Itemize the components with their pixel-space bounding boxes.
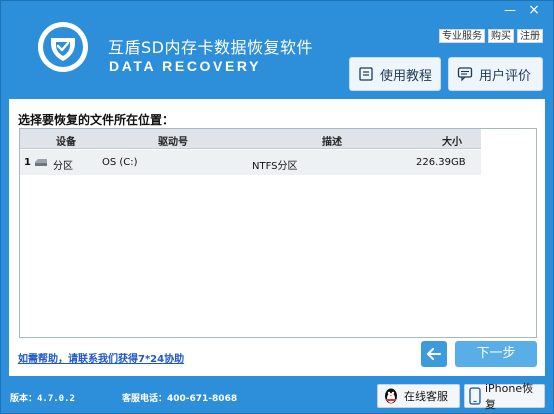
tutorial-label: 使用教程 <box>380 68 433 84</box>
back-button[interactable] <box>421 341 447 367</box>
user-review-label: 用户评价 <box>479 68 532 84</box>
online-service-label: 在线客服 <box>404 390 448 403</box>
support-phone: 客服电话：400-671-8068 <box>122 394 238 404</box>
iphone-recovery-label: iPhone恢复 <box>484 382 534 411</box>
footer: 版本：4.7.0.2 客服电话：400-671-8068 在线客服 iPhone… <box>1 377 553 413</box>
column-header-size: 大小 <box>442 137 462 148</box>
phone-icon <box>469 387 481 405</box>
help-link[interactable]: 如需帮助，请联系我们获得7*24协助 <box>18 350 184 365</box>
buy-button[interactable]: 购买 <box>488 29 514 43</box>
top-links: 专业服务 购买 注册 <box>439 29 543 43</box>
row-drive: OS (C:) <box>102 157 138 168</box>
version-text: 版本：4.7.0.2 <box>10 394 75 404</box>
app-title: 互盾SD内存卡数据恢复软件 <box>108 38 313 57</box>
book-icon <box>359 67 373 81</box>
column-header-description: 描述 <box>322 137 342 148</box>
location-prompt: 选择要恢复的文件所在位置： <box>18 113 175 127</box>
chat-icon <box>457 67 473 82</box>
penguin-icon <box>385 388 397 404</box>
app-subtitle: DATA RECOVERY <box>109 58 262 74</box>
row-index: 1 <box>24 157 31 168</box>
column-header-drive: 驱动号 <box>158 137 188 148</box>
device-table: 设备 驱动号 描述 大小 1 分区 OS (C:) NTFS分区 226.39G… <box>19 128 537 338</box>
minimize-button[interactable]: — <box>499 2 521 18</box>
table-header: 设备 驱动号 描述 大小 <box>20 129 481 149</box>
table-row[interactable]: 1 分区 OS (C:) NTFS分区 226.39GB <box>20 150 481 175</box>
column-header-device: 设备 <box>56 137 76 148</box>
shield-logo-icon <box>38 22 88 72</box>
register-button[interactable]: 注册 <box>517 29 543 43</box>
user-review-button[interactable]: 用户评价 <box>448 57 543 91</box>
row-device: 分区 <box>53 161 73 172</box>
content-panel: 选择要恢复的文件所在位置： 设备 驱动号 描述 大小 1 分区 OS (C:) … <box>9 99 545 376</box>
disk-icon <box>35 159 47 166</box>
back-arrow-icon <box>427 348 441 360</box>
tutorial-button[interactable]: 使用教程 <box>349 57 441 91</box>
app-window: 互盾SD内存卡数据恢复软件 DATA RECOVERY — × 专业服务 购买 … <box>0 0 554 414</box>
next-button[interactable]: 下一步 <box>455 341 537 367</box>
online-service-button[interactable]: 在线客服 <box>377 384 460 408</box>
row-size: 226.39GB <box>416 157 466 168</box>
close-button[interactable]: × <box>523 2 545 18</box>
iphone-recovery-button[interactable]: iPhone恢复 <box>464 382 545 411</box>
professional-service-button[interactable]: 专业服务 <box>439 29 485 43</box>
row-description: NTFS分区 <box>252 161 298 172</box>
header: 互盾SD内存卡数据恢复软件 DATA RECOVERY — × 专业服务 购买 … <box>1 1 553 99</box>
